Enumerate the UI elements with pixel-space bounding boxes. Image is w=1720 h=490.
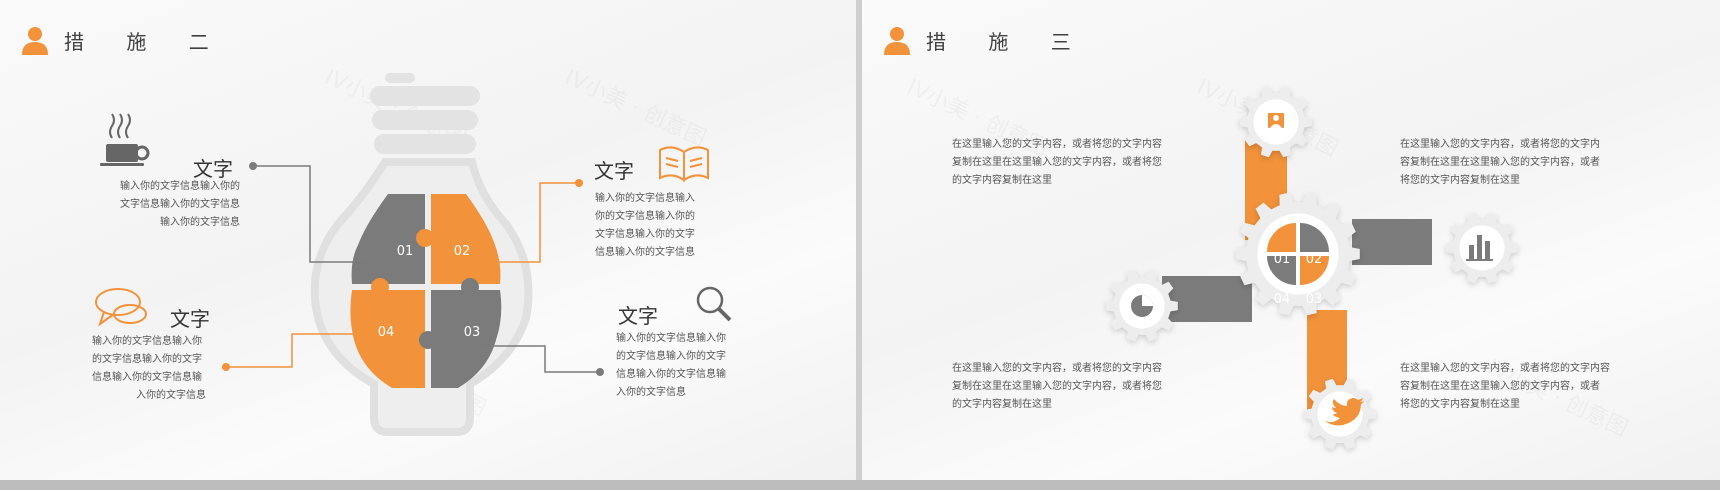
item-text-4: 输入你的文字信息输入你 的文字信息输入你的文字 信息输入你的文字信息输 入你的文字信息: [616, 333, 726, 398]
coffee-icon: [100, 113, 150, 166]
paragraph-bottom-left: 在这里输入您的文字内容，或者将您的文字内容 复制在这里在这里输入您的文字内容，或者…: [952, 363, 1162, 410]
item-label-4: 文字: [618, 304, 658, 328]
bar-left: [1162, 276, 1252, 322]
piece-label-04: 04: [378, 325, 395, 340]
book-icon: [659, 146, 709, 182]
gear-center-face: [1257, 213, 1339, 295]
search-icon: [696, 286, 732, 322]
piece-label-02: 02: [454, 244, 471, 259]
item-text-1: 输入你的文字信息输入你的 文字信息输入你的文字信息 输入你的文字信息: [120, 181, 240, 228]
pie-chart-icon: [1131, 295, 1153, 317]
item-text-3: 输入你的文字信息输入你 的文字信息输入你的文字 信息输入你的文字信息输 入你的文字信息: [92, 336, 206, 401]
piece-label-01: 01: [397, 244, 414, 259]
slide-measure-three: IV小美 · 创意图 IV小美 · 创意图 IV小美 · 创意图 措 施 三 0…: [862, 0, 1720, 480]
bottom-bar: [0, 480, 1720, 490]
bar-right: [1352, 219, 1432, 265]
segment-label-03: 03: [1306, 292, 1323, 307]
segment-label-01: 01: [1274, 252, 1291, 267]
user-icon: [1268, 113, 1284, 128]
piece-label-03: 03: [464, 325, 481, 340]
chat-icon: [95, 288, 147, 327]
item-label-3: 文字: [170, 307, 210, 331]
paragraph-bottom-right: 在这里输入您的文字内容，或者将您的文字内容 容复制在这里在这里输入您的文字内容，或…: [1400, 363, 1610, 410]
paragraph-top-right: 在这里输入您的文字内容，或者将您的文字内 容复制在这里在这里输入您的文字内容，或者…: [1400, 139, 1600, 186]
slide-measure-two: IV小美 · 创意图 IV小美 · 创意图 IV小美 · 创意图 措 施 二 0…: [0, 0, 856, 480]
segment-label-02: 02: [1306, 252, 1323, 267]
paragraph-top-left: 在这里输入您的文字内容，或者将您的文字内容 复制在这里在这里输入您的文字内容，或者…: [952, 139, 1162, 186]
item-label-2: 文字: [594, 159, 634, 183]
bulb-cap: [370, 73, 480, 154]
segment-label-04: 04: [1274, 292, 1291, 307]
item-text-2: 输入你的文字信息输入 你的文字信息输入你的 文字信息输入你的文字 信息输入你的文字信息: [595, 193, 695, 258]
